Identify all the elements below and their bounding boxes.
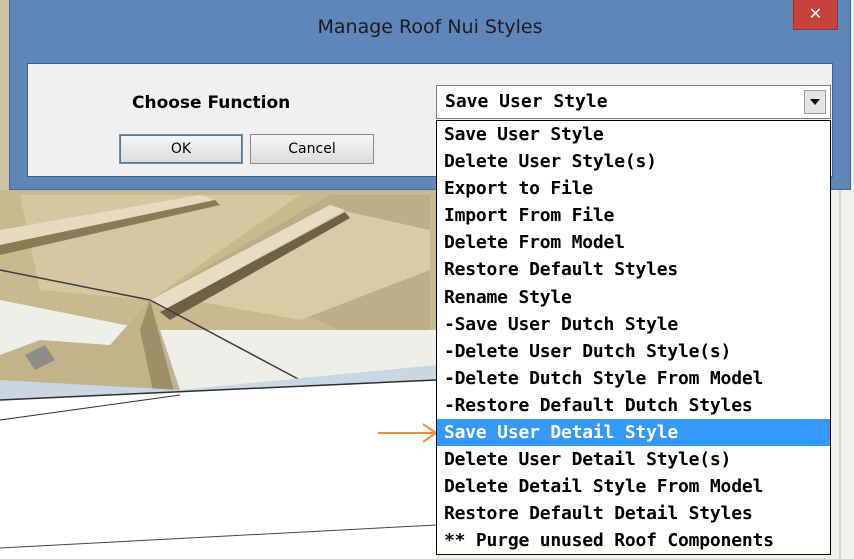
dropdown-option[interactable]: Delete User Detail Style(s): [437, 446, 830, 473]
dropdown-option[interactable]: Delete Detail Style From Model: [437, 473, 830, 500]
dropdown-option[interactable]: -Delete Dutch Style From Model: [437, 365, 830, 392]
arrow-right-icon: [378, 423, 438, 443]
close-button[interactable]: ✕: [793, 0, 838, 30]
function-select[interactable]: Save User Style: [436, 85, 831, 119]
dropdown-option[interactable]: Save User Style: [437, 121, 830, 148]
dropdown-option[interactable]: Export to File: [437, 175, 830, 202]
dropdown-option[interactable]: Restore Default Styles: [437, 256, 830, 283]
dropdown-option[interactable]: Delete User Style(s): [437, 148, 830, 175]
ok-button[interactable]: OK: [119, 134, 243, 164]
dropdown-option[interactable]: -Delete User Dutch Style(s): [437, 338, 830, 365]
cancel-button[interactable]: Cancel: [250, 134, 374, 164]
function-dropdown-list: Save User Style Delete User Style(s) Expor…: [436, 120, 831, 555]
dropdown-option[interactable]: -Restore Default Dutch Styles: [437, 392, 830, 419]
dropdown-option[interactable]: Delete From Model: [437, 229, 830, 256]
close-icon: ✕: [808, 4, 823, 23]
dropdown-option[interactable]: Restore Default Detail Styles: [437, 500, 830, 527]
dropdown-option[interactable]: Rename Style: [437, 284, 830, 311]
dropdown-button[interactable]: [804, 90, 826, 114]
dropdown-option[interactable]: -Save User Dutch Style: [437, 311, 830, 338]
dropdown-option[interactable]: ** Purge unused Roof Components: [437, 527, 830, 554]
dropdown-option[interactable]: Save User Detail Style: [437, 419, 830, 447]
dropdown-option[interactable]: Import From File: [437, 202, 830, 229]
chevron-down-icon: [810, 99, 820, 105]
dialog-title: Manage Roof Nui Styles: [317, 16, 543, 38]
function-select-value: Save User Style: [445, 91, 608, 112]
choose-function-label: Choose Function: [132, 93, 291, 113]
dialog-titlebar[interactable]: Manage Roof Nui Styles ✕: [10, 0, 850, 37]
